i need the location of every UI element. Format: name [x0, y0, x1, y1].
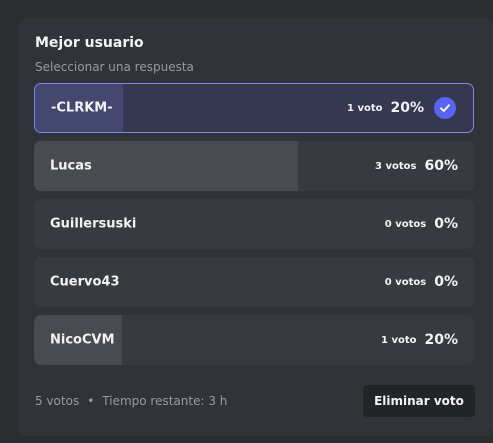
poll-options: -CLRKM- 1 voto 20% Lucas 3 votos 60% Gui… [34, 83, 476, 373]
vote-count: 0 votos [384, 276, 427, 288]
option-label: NicoCVM [50, 332, 115, 348]
vote-count: 1 voto [381, 334, 417, 346]
option-label: Lucas [50, 158, 92, 174]
time-remaining: Tiempo restante: 3 h [102, 394, 228, 408]
vote-percent: 20% [424, 332, 458, 348]
vote-percent: 0% [434, 274, 458, 290]
vote-percent: 60% [424, 158, 458, 174]
option-stats: 0 votos 0% [385, 216, 458, 232]
vote-percent: 0% [434, 216, 458, 232]
check-circle-icon [434, 97, 456, 119]
poll-option-clrkm[interactable]: -CLRKM- 1 voto 20% [34, 83, 474, 133]
poll-page: Mejor usuario Seleccionar una respuesta … [0, 0, 493, 443]
poll-instruction: Seleccionar una respuesta [35, 60, 194, 74]
option-label: Cuervo43 [50, 274, 120, 290]
poll-option-cuervo43[interactable]: Cuervo43 0 votos 0% [34, 257, 474, 307]
poll-option-lucas[interactable]: Lucas 3 votos 60% [34, 141, 474, 191]
option-label: -CLRKM- [51, 100, 113, 116]
option-stats: 3 votos 60% [375, 158, 458, 174]
vote-count: 3 votos [375, 160, 417, 172]
poll-option-nicocvm[interactable]: NicoCVM 1 voto 20% [34, 315, 474, 365]
poll-card: Mejor usuario Seleccionar una respuesta … [19, 18, 493, 436]
footer-separator: • [87, 394, 95, 408]
vote-count: 0 votos [384, 218, 427, 230]
option-label: Guillersuski [50, 216, 137, 232]
poll-question: Mejor usuario [35, 35, 144, 51]
vote-percent: 20% [390, 100, 424, 116]
vote-count: 1 voto [347, 102, 383, 114]
poll-footer: 5 votos • Tiempo restante: 3 h [35, 394, 227, 408]
option-stats: 0 votos 0% [385, 274, 458, 290]
total-votes: 5 votos [35, 394, 80, 408]
option-stats: 1 voto 20% [381, 332, 458, 348]
remove-vote-button[interactable]: Eliminar voto [363, 385, 475, 417]
option-stats: 1 voto 20% [347, 97, 456, 119]
poll-option-guillersuski[interactable]: Guillersuski 0 votos 0% [34, 199, 474, 249]
